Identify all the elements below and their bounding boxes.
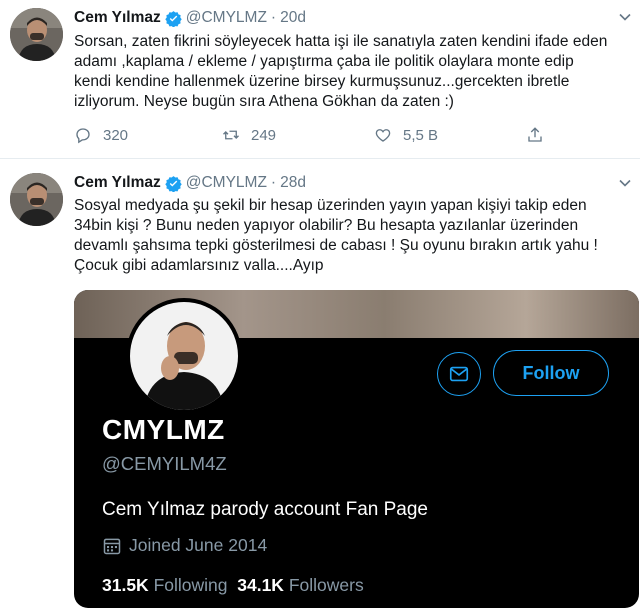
retweet-icon [223,130,239,140]
separator: · [270,174,277,191]
tweet[interactable]: Cem Yılmaz @CMYLMZ · 20d Sorsan, zaten f… [0,0,640,159]
chevron-down-icon[interactable] [618,176,632,190]
author-name[interactable]: Cem Yılmaz [74,9,161,27]
message-button[interactable] [437,352,481,396]
embedded-profile-card[interactable]: Follow CMYLMZ @CEMYILM4Z Cem Yılmaz paro… [74,290,639,608]
tweet-header: Cem Yılmaz @CMYLMZ · 28d [74,172,306,194]
followers-label: Followers [288,575,364,595]
separator: · [270,9,277,26]
tweet-actions: 320 249 5,5 B [74,126,554,148]
follow-button[interactable]: Follow [493,350,609,396]
verified-badge-icon [165,175,182,192]
tweet-text: Sorsan, zaten fikrini söyleyecek hatta i… [74,32,634,112]
verified-badge-icon [165,10,182,27]
avatar[interactable] [10,173,63,226]
profile-handle: @CEMYILM4Z [102,453,227,474]
profile-display-name: CMYLMZ [102,414,225,445]
following-count: 31.5K [102,575,149,595]
tweet-text-line: 34bin kişi ? Bunu neden yapıyor olabilir… [74,217,579,234]
profile-joined: Joined June 2014 [102,535,267,556]
heart-icon [375,129,391,142]
following-label: Following [153,575,228,595]
tweet-text-line: devamlı şahsıma tepki gösterilmesi de ca… [74,237,598,254]
tweet-text-line: izliyorum. Neyse bugün sıra Athena Gökha… [74,93,454,110]
followers-count: 34.1K [237,575,284,595]
retweet-button[interactable]: 249 [222,126,276,144]
tweet-text-line: Çocuk gibi adamlarsınız valla....Ayıp [74,257,324,274]
avatar[interactable] [10,8,63,61]
timestamp[interactable]: 28d [280,174,306,192]
timestamp[interactable]: 20d [280,9,306,27]
like-button[interactable]: 5,5 B [374,126,438,144]
tweet[interactable]: Cem Yılmaz @CMYLMZ · 28d Sosyal medyada … [0,159,640,613]
tweet-text-line: adamı ,kaplama / ekleme / yapıştırma çab… [74,53,574,70]
followers-link[interactable]: 34.1K Followers [237,575,363,595]
author-handle[interactable]: @CMYLMZ [186,174,267,192]
tweet-header: Cem Yılmaz @CMYLMZ · 20d [74,7,306,29]
tweet-text-line: Sorsan, zaten fikrini söyleyecek hatta i… [74,33,608,50]
reply-icon [76,128,90,144]
joined-date: Joined June 2014 [129,535,268,555]
like-count: 5,5 B [403,126,439,144]
reply-count: 320 [103,126,129,144]
profile-stats: 31.5K Following 34.1K Followers [102,575,364,596]
author-handle[interactable]: @CMYLMZ [186,9,267,27]
chevron-down-icon[interactable] [618,10,632,24]
retweet-count: 249 [251,126,277,144]
mail-icon [449,366,469,382]
share-icon [528,127,542,142]
profile-bio: Cem Yılmaz parody account Fan Page [102,499,428,520]
tweet-text-line: kendi kendine hallenmek üzerine birsey k… [74,73,570,90]
tweet-text: Sosyal medyada şu şekil bir hesap üzerin… [74,196,634,276]
share-button[interactable] [526,126,555,144]
profile-avatar[interactable] [126,298,242,414]
reply-button[interactable]: 320 [74,126,128,144]
following-link[interactable]: 31.5K Following [102,575,228,595]
author-name[interactable]: Cem Yılmaz [74,174,161,192]
tweet-text-line: Sosyal medyada şu şekil bir hesap üzerin… [74,197,587,214]
calendar-icon [103,538,121,554]
